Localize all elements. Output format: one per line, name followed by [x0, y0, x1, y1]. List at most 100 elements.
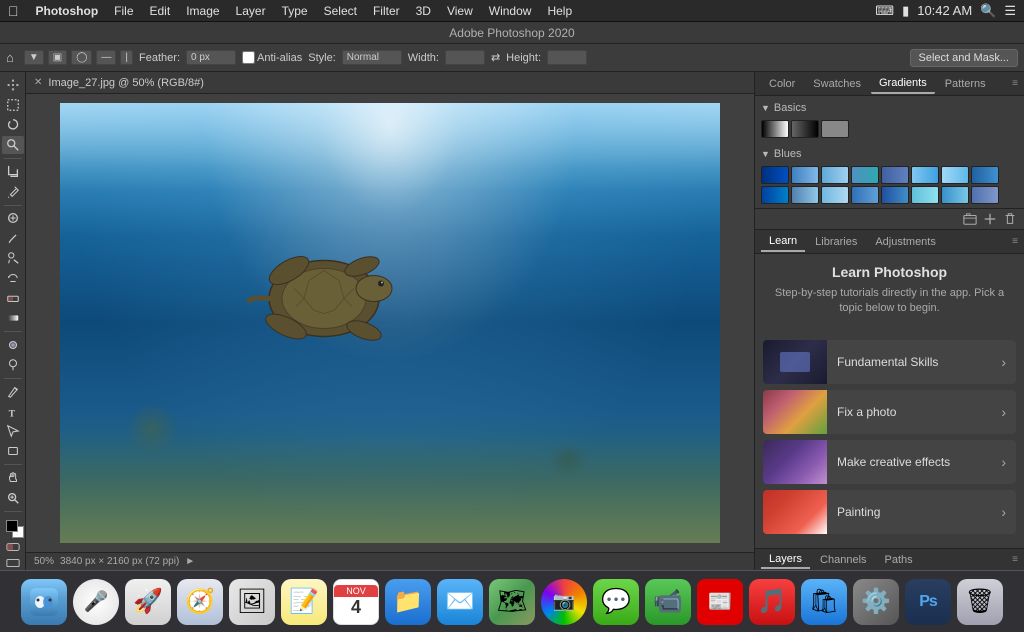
lasso-tool[interactable]: [2, 116, 24, 134]
gradient-tool[interactable]: [2, 309, 24, 327]
eraser-tool[interactable]: [2, 289, 24, 307]
anti-alias-checkbox[interactable]: [242, 51, 255, 64]
tab-swatches[interactable]: Swatches: [805, 75, 869, 93]
menu-layer[interactable]: Layer: [229, 2, 273, 20]
feather-input[interactable]: [186, 50, 236, 65]
gradient-swatch-11[interactable]: [851, 186, 879, 204]
dock-launchpad[interactable]: 🚀: [125, 579, 171, 625]
tutorial-fundamental-skills[interactable]: Fundamental Skills ›: [763, 340, 1016, 384]
gradient-swatch-9[interactable]: [791, 186, 819, 204]
width-input[interactable]: [445, 50, 485, 65]
gradient-swatch-solid[interactable]: [821, 120, 849, 138]
dock-siri[interactable]: 🎤: [73, 579, 119, 625]
tab-paths[interactable]: Paths: [877, 552, 921, 568]
path-select-tool[interactable]: [2, 423, 24, 441]
battery-icon[interactable]: ▮: [902, 3, 909, 19]
pen-tool[interactable]: [2, 383, 24, 401]
tab-libraries[interactable]: Libraries: [807, 233, 865, 251]
menu-select[interactable]: Select: [317, 2, 364, 20]
learn-panel-collapse[interactable]: ≡: [1012, 236, 1018, 247]
dock-safari[interactable]: 🧭: [177, 579, 223, 625]
dock-messages[interactable]: 💬: [593, 579, 639, 625]
dock-notes[interactable]: 📝: [281, 579, 327, 625]
tab-adjustments[interactable]: Adjustments: [867, 233, 944, 251]
marquee-tool[interactable]: [2, 96, 24, 114]
move-tool[interactable]: [2, 76, 24, 94]
tab-color[interactable]: Color: [761, 75, 803, 93]
gradient-panel-collapse[interactable]: ≡: [1012, 78, 1018, 89]
dock-photos-app[interactable]: 🖼: [229, 579, 275, 625]
tab-channels[interactable]: Channels: [812, 552, 874, 568]
dock-photoshop[interactable]: Ps: [905, 579, 951, 625]
quick-select-tool[interactable]: [2, 136, 24, 154]
screen-mode-btn[interactable]: [2, 556, 24, 570]
menu-image[interactable]: Image: [179, 2, 226, 20]
gradient-swatch-3[interactable]: [851, 166, 879, 184]
tab-learn[interactable]: Learn: [761, 232, 805, 252]
menu-file[interactable]: File: [107, 2, 140, 20]
gradient-swatch-4[interactable]: [881, 166, 909, 184]
tool-preset-btn[interactable]: ▼: [24, 50, 44, 65]
tab-patterns[interactable]: Patterns: [937, 75, 994, 93]
dock-trash[interactable]: 🗑: [957, 579, 1003, 625]
tutorial-make-creative-effects[interactable]: Make creative effects ›: [763, 440, 1016, 484]
tutorial-painting[interactable]: Painting ›: [763, 490, 1016, 534]
menu-type[interactable]: Type: [275, 2, 315, 20]
brush-tool[interactable]: [2, 229, 24, 247]
gradient-swatch-13[interactable]: [911, 186, 939, 204]
basics-group-header[interactable]: ▼ Basics: [761, 100, 1018, 116]
menu-view[interactable]: View: [440, 2, 480, 20]
gradient-swatch-7[interactable]: [971, 166, 999, 184]
dock-system-preferences[interactable]: ⚙️: [853, 579, 899, 625]
tab-layers[interactable]: Layers: [761, 551, 810, 569]
blues-group-header[interactable]: ▼ Blues: [761, 146, 1018, 162]
eyedropper-tool[interactable]: [2, 183, 24, 201]
control-center-icon[interactable]: ☰: [1004, 3, 1016, 19]
search-icon[interactable]: 🔍: [980, 3, 996, 19]
marquee-single-row-btn[interactable]: ―: [96, 50, 116, 65]
gradient-swatch-12[interactable]: [881, 186, 909, 204]
hand-tool[interactable]: [2, 469, 24, 487]
menu-window[interactable]: Window: [482, 2, 539, 20]
menu-filter[interactable]: Filter: [366, 2, 407, 20]
gradient-swatch-8[interactable]: [761, 186, 789, 204]
menu-help[interactable]: Help: [540, 2, 579, 20]
crop-tool[interactable]: [2, 163, 24, 181]
dock-maps[interactable]: 🗺: [489, 579, 535, 625]
dodge-tool[interactable]: [2, 356, 24, 374]
gradient-swatch-dark[interactable]: [791, 120, 819, 138]
apple-menu-icon[interactable]: : [8, 3, 19, 19]
gradient-swatch-15[interactable]: [971, 186, 999, 204]
spot-heal-tool[interactable]: [2, 209, 24, 227]
gradient-swatch-1[interactable]: [791, 166, 819, 184]
status-arrow-btn[interactable]: ►: [185, 556, 195, 567]
clone-tool[interactable]: [2, 249, 24, 267]
canvas-wrapper[interactable]: [26, 94, 754, 552]
gradient-swatch-2[interactable]: [821, 166, 849, 184]
gradient-delete-icon[interactable]: [1002, 211, 1018, 227]
gradient-swatch-6[interactable]: [941, 166, 969, 184]
dock-calendar[interactable]: NOV 4: [333, 579, 379, 625]
gradient-swatch-5[interactable]: [911, 166, 939, 184]
gradient-swatch-10[interactable]: [821, 186, 849, 204]
zoom-tool[interactable]: [2, 489, 24, 507]
home-icon[interactable]: ⌂: [6, 50, 14, 65]
shape-tool[interactable]: [2, 442, 24, 460]
layers-panel-collapse[interactable]: ≡: [1012, 554, 1018, 565]
quick-mask-btn[interactable]: [2, 540, 24, 554]
menu-edit[interactable]: Edit: [143, 2, 178, 20]
tab-gradients[interactable]: Gradients: [871, 74, 935, 94]
dock-music[interactable]: 🎵: [749, 579, 795, 625]
dock-news[interactable]: 📰: [697, 579, 743, 625]
foreground-color[interactable]: [2, 518, 24, 536]
menu-photoshop[interactable]: Photoshop: [29, 2, 106, 20]
select-mask-btn[interactable]: Select and Mask...: [910, 49, 1019, 67]
history-brush-tool[interactable]: [2, 269, 24, 287]
style-input[interactable]: [342, 50, 402, 65]
dock-mail[interactable]: ✉️: [437, 579, 483, 625]
gradient-add-icon[interactable]: [982, 211, 998, 227]
marquee-rect-btn[interactable]: ▣: [48, 50, 67, 65]
dock-facetime[interactable]: 📹: [645, 579, 691, 625]
dock-finder[interactable]: [21, 579, 67, 625]
height-input[interactable]: [547, 50, 587, 65]
